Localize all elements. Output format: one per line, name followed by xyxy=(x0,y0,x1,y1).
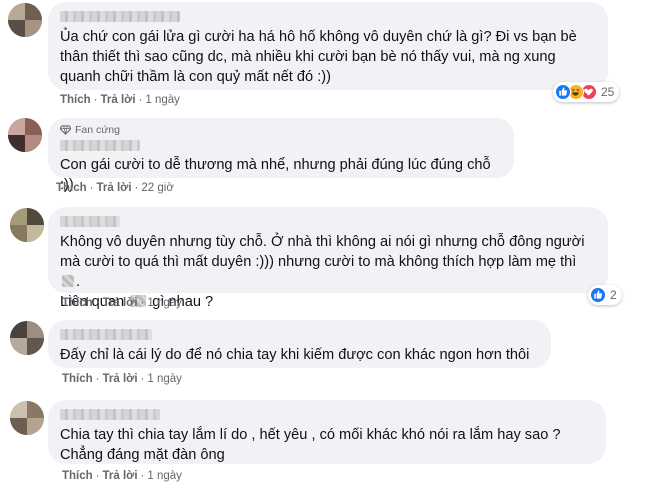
avatar[interactable] xyxy=(10,208,44,242)
comment-bubble: Không vô duyên nhưng tùy chỗ. Ở nhà thì … xyxy=(48,207,608,310)
separator-dot: · xyxy=(134,182,139,194)
author-name[interactable] xyxy=(60,140,140,151)
separator-dot: · xyxy=(140,373,145,385)
comment-text: Đấy chỉ là cái lý do để nó chia tay khi … xyxy=(60,347,530,363)
separator-dot: · xyxy=(95,297,100,309)
reply-button[interactable]: Trả lời xyxy=(97,182,132,194)
separator-dot: · xyxy=(95,373,100,385)
avatar[interactable] xyxy=(10,401,44,435)
avatar[interactable] xyxy=(8,118,42,152)
separator-dot: · xyxy=(93,94,98,106)
reply-button[interactable]: Trả lời xyxy=(103,297,138,309)
comment-actions: Thích · Trả lời · 1 ngày xyxy=(60,94,180,106)
comment-line: Không vô duyên nhưng tùy chỗ. Ở nhà thì … xyxy=(60,234,585,250)
comment-actions: Thích · Trả lời · 1 ngày xyxy=(62,297,182,309)
comment-bubble: Ủa chứ con gái lửa gì cười ha há hô hố k… xyxy=(48,2,608,90)
separator-dot: · xyxy=(89,182,94,194)
like-button[interactable]: Thích xyxy=(60,94,91,106)
reply-button[interactable]: Trả lời xyxy=(103,373,138,385)
reply-button[interactable]: Trả lời xyxy=(101,94,136,106)
timestamp[interactable]: 1 ngày xyxy=(145,94,180,106)
author-name[interactable] xyxy=(60,11,180,22)
separator-dot: · xyxy=(138,94,143,106)
timestamp[interactable]: 1 ngày xyxy=(147,297,182,309)
avatar[interactable] xyxy=(10,321,44,355)
comment-bubble: Chia tay thì chia tay lắm lí do , hết yê… xyxy=(48,400,606,464)
comment-bubble: Đấy chỉ là cái lý do để nó chia tay khi … xyxy=(48,320,551,368)
timestamp[interactable]: 22 giờ xyxy=(141,182,173,194)
separator-dot: · xyxy=(140,297,145,309)
comment-actions: Thích · Trả lời · 22 giờ xyxy=(56,182,174,194)
badge-label: Fan cứng xyxy=(75,123,120,136)
comment-line: mà cười to quá thì mất duyên :))) nhưng … xyxy=(60,252,596,292)
author-name[interactable] xyxy=(60,409,160,420)
reaction-count: 2 xyxy=(610,288,617,302)
redacted-emoji xyxy=(62,275,74,287)
comment-actions: Thích · Trả lời · 1 ngày xyxy=(62,470,182,482)
separator-dot: · xyxy=(95,470,100,482)
author-name[interactable] xyxy=(60,216,120,227)
like-reaction-icon xyxy=(590,287,606,303)
like-reaction-icon xyxy=(555,84,571,100)
separator-dot: · xyxy=(140,470,145,482)
like-button[interactable]: Thích xyxy=(62,470,93,482)
reaction-summary[interactable]: 25 xyxy=(553,82,620,102)
diamond-icon xyxy=(60,124,71,135)
comment-bubble: Fan cứng Con gái cười to dễ thương mà nh… xyxy=(48,118,514,193)
author-name[interactable] xyxy=(60,329,152,340)
like-button[interactable]: Thích xyxy=(62,373,93,385)
comment-text: Ủa chứ con gái lửa gì cười ha há hô hố k… xyxy=(60,29,577,85)
comment-text: Chia tay thì chia tay lắm lí do , hết yê… xyxy=(60,427,561,463)
like-button[interactable]: Thích xyxy=(56,182,87,194)
reaction-summary[interactable]: 2 xyxy=(588,285,622,305)
reaction-count: 25 xyxy=(601,85,615,99)
timestamp[interactable]: 1 ngày xyxy=(147,373,182,385)
fan-badge[interactable]: Fan cứng xyxy=(60,123,502,136)
timestamp[interactable]: 1 ngày xyxy=(147,470,182,482)
like-button[interactable]: Thích xyxy=(62,297,93,309)
avatar[interactable] xyxy=(8,3,42,37)
comment-line-part: . xyxy=(76,274,81,290)
reply-button[interactable]: Trả lời xyxy=(103,470,138,482)
comment-line-part: mà cười to quá thì mất duyên :))) nhưng … xyxy=(60,254,577,270)
comment-actions: Thích · Trả lời · 1 ngày xyxy=(62,373,182,385)
